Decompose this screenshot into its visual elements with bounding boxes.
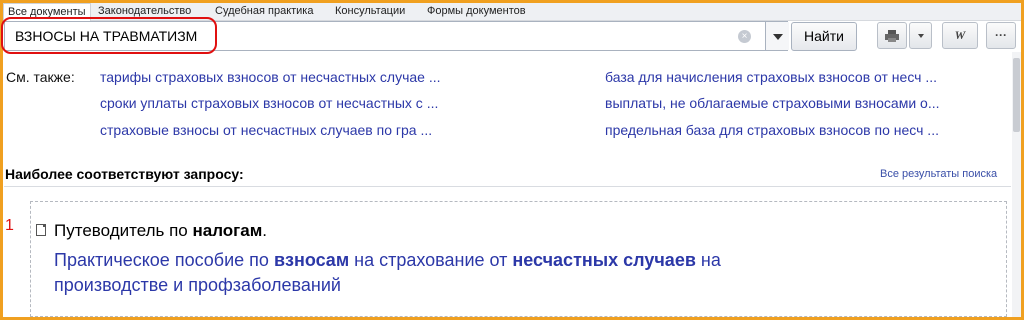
document-icon [36, 224, 46, 236]
print-options-button[interactable] [909, 22, 932, 49]
search-input[interactable] [5, 22, 725, 50]
find-button[interactable]: Найти [791, 22, 857, 51]
result-number: 1 [5, 217, 14, 234]
tab-all-documents[interactable]: Все документы [3, 3, 91, 21]
chevron-down-icon [917, 33, 924, 38]
see-also-link[interactable]: тарифы страховых взносов от несчастных с… [100, 69, 441, 85]
tab-court-practice[interactable]: Судебная практика [211, 3, 317, 20]
scrollbar-thumb[interactable] [1013, 58, 1020, 132]
more-button[interactable]: ··· [986, 22, 1016, 49]
all-results-link[interactable]: Все результаты поиска [880, 168, 997, 180]
see-also-link[interactable]: база для начисления страховых взносов от… [605, 69, 937, 85]
tab-legislation[interactable]: Законодательство [94, 3, 195, 20]
clear-icon[interactable]: × [738, 30, 751, 43]
results-heading: Наиболее соответствуют запросу: [5, 166, 244, 182]
tab-document-forms[interactable]: Формы документов [423, 3, 530, 20]
printer-icon [885, 29, 899, 42]
chevron-down-icon[interactable] [765, 22, 789, 50]
tab-consultations[interactable]: Консультации [331, 3, 409, 20]
see-also-link[interactable]: страховые взносы от несчастных случаев п… [100, 122, 432, 138]
tab-bar: Все документы Законодательство Судебная … [3, 3, 1021, 21]
result-description[interactable]: Практическое пособие по взносам на страх… [54, 248, 814, 298]
see-also-label: См. также: [6, 69, 75, 85]
print-button[interactable] [877, 22, 907, 49]
result-title[interactable]: Путеводитель по налогам. [54, 221, 267, 241]
see-also-link[interactable]: сроки уплаты страховых взносов от несчас… [100, 95, 438, 111]
see-also-link[interactable]: выплаты, не облагаемые страховыми взноса… [605, 95, 940, 111]
search-box: × [4, 21, 789, 51]
see-also-link[interactable]: предельная база для страховых взносов по… [605, 122, 939, 138]
word-export-button[interactable]: W [942, 22, 978, 49]
divider [4, 186, 1011, 187]
